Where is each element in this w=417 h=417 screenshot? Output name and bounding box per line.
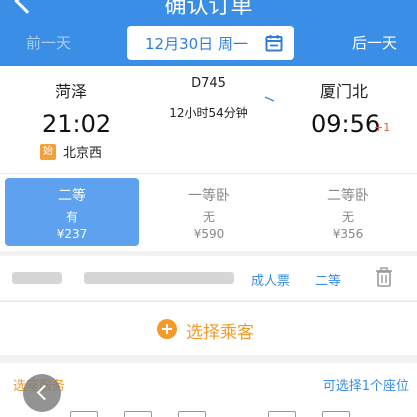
seat-options: 二等 有 ¥237 一等卧 无 ¥590 二等卧 无 ¥356 [0, 173, 417, 251]
add-passenger-label: 选择乘客 [186, 323, 254, 343]
seat-availability: 无 [341, 210, 354, 224]
seat-service-hint: 可选择1个座位 [322, 379, 409, 394]
page-title: 确认订单 [164, 0, 253, 19]
seat-price: ¥590 [193, 227, 225, 241]
seat-name: 一等卧 [188, 188, 230, 204]
departure-time: 21:02 [42, 110, 112, 138]
train-info-card: 菏泽 D745 12小时54分钟 厦门北 21:02 09:56 +1 始 北京… [0, 66, 417, 173]
floating-back-button[interactable] [23, 374, 61, 412]
seat-availability: 有 [65, 210, 78, 224]
seat-option-second-class[interactable]: 二等 有 ¥237 [5, 178, 139, 246]
date-selector[interactable]: 12月30日 周一 [127, 26, 294, 60]
seat-box[interactable] [178, 411, 206, 417]
route-arrow-icon [143, 96, 275, 102]
next-day-button[interactable]: 后一天 [352, 32, 397, 53]
plus-circle-icon [157, 319, 177, 339]
seat-box[interactable] [322, 411, 350, 417]
prev-day-button[interactable]: 前一天 [26, 32, 71, 53]
seat-availability: 无 [202, 210, 215, 224]
passenger-row: 成人票 二等 [0, 256, 417, 300]
header-bar: 确认订单 前一天 12月30日 周一 后一天 [0, 0, 417, 66]
trash-icon[interactable] [375, 267, 393, 287]
seat-box[interactable] [70, 411, 98, 417]
date-label: 12月30日 周一 [145, 34, 248, 53]
seat-option-first-sleeper[interactable]: 一等卧 无 ¥590 [142, 178, 276, 246]
ticket-type-select[interactable]: 成人票 [251, 270, 290, 289]
day-offset-badge: +1 [374, 121, 391, 134]
seat-price: ¥356 [332, 227, 364, 241]
seat-name: 二等卧 [327, 188, 369, 204]
origin-badge: 始 [40, 144, 56, 160]
passenger-name-redacted [12, 272, 62, 284]
origin-station: 北京西 [63, 146, 103, 161]
arrival-time: 09:56 [311, 110, 381, 138]
seat-box[interactable] [268, 411, 296, 417]
seat-price: ¥237 [56, 227, 88, 241]
passenger-id-redacted [84, 272, 234, 284]
arrival-station: 厦门北 [320, 82, 369, 101]
seat-name: 二等 [58, 188, 86, 204]
seat-option-second-sleeper[interactable]: 二等卧 无 ¥356 [281, 178, 415, 246]
calendar-icon [265, 35, 283, 52]
seat-service-section: 选座服务 可选择1个座位 [0, 363, 417, 417]
seat-box[interactable] [124, 411, 152, 417]
add-passenger-button[interactable]: 选择乘客 [0, 301, 417, 355]
seat-class-select[interactable]: 二等 [315, 270, 341, 289]
